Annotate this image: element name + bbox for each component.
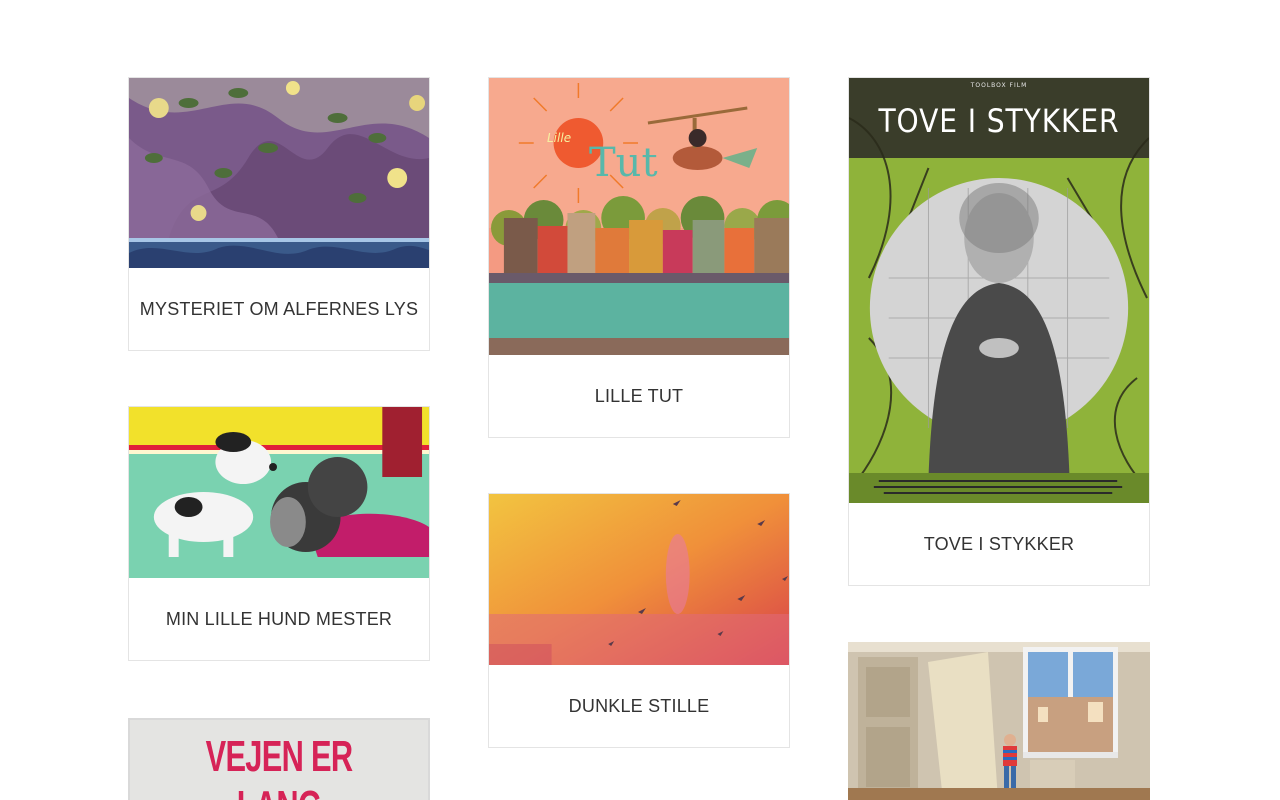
poster-title-lille: Lille (547, 131, 572, 145)
film-card-dunkle-stille[interactable]: DUNKLE STILLE (488, 493, 790, 748)
film-title[interactable]: DUNKLE STILLE (489, 665, 789, 747)
film-thumbnail[interactable] (129, 407, 429, 578)
film-title[interactable]: MIN LILLE HUND MESTER (129, 578, 429, 660)
film-card-room-window[interactable] (848, 642, 1150, 800)
film-card-vejen-er-lang[interactable]: VEJEN ER LANG (128, 718, 430, 800)
film-card-mysteriet[interactable]: MYSTERIET OM ALFERNES LYS (128, 77, 430, 351)
poster-studio: TOOLBOX FILM (970, 82, 1028, 89)
poster-title: TOVE I STYKKER (878, 102, 1120, 140)
film-title[interactable]: TOVE I STYKKER (849, 503, 1149, 585)
poster-title-tut: Tut (589, 140, 658, 186)
film-card-lille-tut[interactable]: Lille Tut LILLE TUT (488, 77, 790, 438)
film-thumbnail[interactable] (848, 642, 1150, 800)
film-thumbnail[interactable]: TOOLBOX FILM TOVE I STYKKER (849, 78, 1149, 503)
poster-title: VEJEN ER LANG (205, 732, 353, 800)
film-card-tove-i-stykker[interactable]: TOOLBOX FILM TOVE I STYKKER TOVE I STYKK… (848, 77, 1150, 586)
film-thumbnail[interactable]: Lille Tut (489, 78, 789, 355)
film-card-min-lille-hund[interactable]: MIN LILLE HUND MESTER (128, 406, 430, 661)
film-title[interactable]: LILLE TUT (489, 355, 789, 437)
film-thumbnail[interactable]: VEJEN ER LANG (128, 718, 430, 800)
film-title[interactable]: MYSTERIET OM ALFERNES LYS (129, 268, 429, 350)
film-thumbnail[interactable] (489, 494, 789, 665)
film-thumbnail[interactable] (129, 78, 429, 268)
